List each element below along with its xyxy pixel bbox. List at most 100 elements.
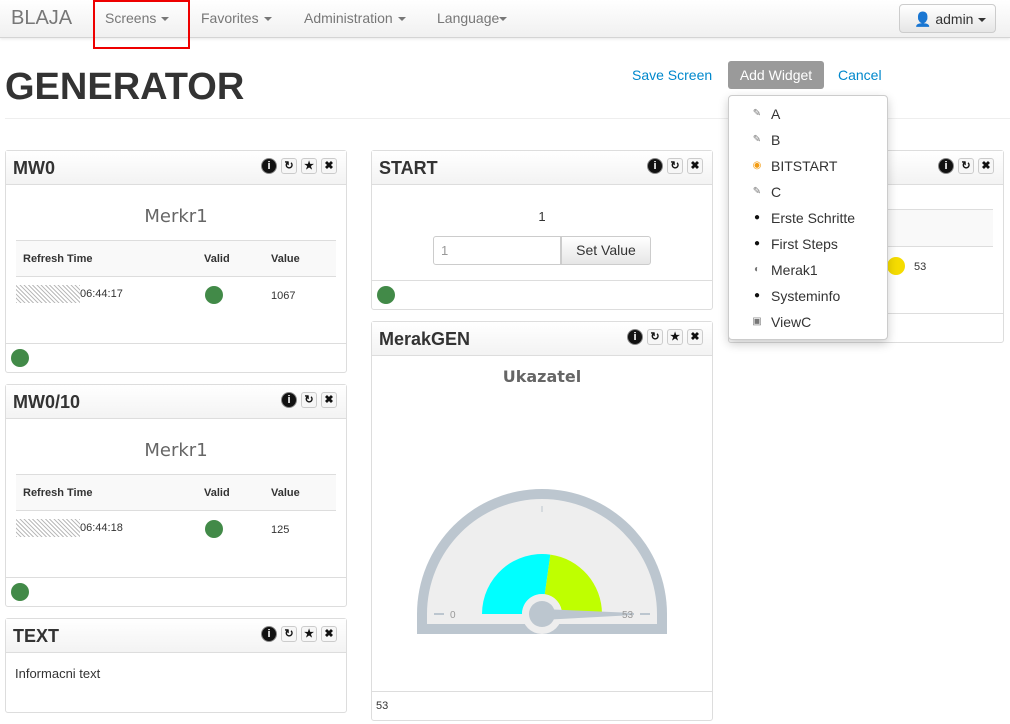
close-icon[interactable]: ✖ [978, 158, 994, 174]
refresh-time: 06:44:17 [80, 287, 123, 300]
value: 125 [271, 524, 290, 536]
widget-title: MerakGEN [379, 329, 471, 349]
menu-item-bitstart[interactable]: ◉ BITSTART [729, 156, 889, 178]
value-input[interactable] [433, 236, 561, 265]
table-row: 06:44:18 125 [16, 512, 336, 548]
star-icon[interactable]: ★ [301, 626, 317, 642]
nav-favorites[interactable]: Favorites [201, 10, 272, 26]
add-widget-button[interactable]: Add Widget [728, 61, 824, 89]
value: 1067 [271, 290, 296, 302]
table-header: Refresh Time Valid Value [16, 474, 336, 511]
gauge-icon: ◐ [753, 264, 761, 275]
info-icon: ● [753, 212, 761, 223]
menu-item-systeminfo[interactable]: ● Systeminfo [729, 286, 889, 308]
redacted-date [16, 285, 80, 303]
widget-mw0: MW0 i ↻ ★ ✖ Merkr1 Refresh Time Valid Value 0… [5, 150, 347, 373]
close-icon[interactable]: ✖ [321, 158, 337, 174]
save-screen-link[interactable]: Save Screen [632, 67, 712, 83]
close-icon[interactable]: ✖ [687, 158, 703, 174]
col-header: Value [271, 253, 300, 265]
info-icon: ● [753, 290, 761, 301]
caret-down-icon [263, 17, 272, 22]
set-value-button[interactable]: Set Value [561, 236, 651, 265]
widget-title: MW0 [13, 158, 55, 178]
window-icon: ▣ [752, 316, 762, 327]
widget-text: TEXT i ↻ ★ ✖ Informacni text [5, 618, 347, 713]
status-indicator [377, 286, 395, 304]
col-header: Valid [204, 487, 230, 499]
valid-indicator [205, 286, 223, 304]
widget-subtitle: Merkr1 [144, 206, 208, 227]
menu-item-a[interactable]: ✎ A [729, 104, 889, 126]
status-indicator [11, 583, 29, 601]
info-icon[interactable]: i [627, 329, 643, 345]
menu-item-label: ViewC [771, 314, 812, 330]
menu-item-label: Merak1 [771, 262, 818, 278]
star-icon[interactable]: ★ [301, 158, 317, 174]
nav-label: Favorites [201, 10, 259, 26]
col-header: Refresh Time [23, 253, 93, 265]
close-icon[interactable]: ✖ [687, 329, 703, 345]
refresh-icon[interactable]: ↻ [281, 158, 297, 174]
brand[interactable]: BLAJA [11, 7, 72, 30]
status-indicator [11, 349, 29, 367]
text-body: Informacni text [15, 666, 101, 681]
col-header: Value [271, 487, 300, 499]
valid-indicator [887, 257, 905, 275]
close-icon[interactable]: ✖ [321, 392, 337, 408]
info-icon[interactable]: i [281, 392, 297, 408]
refresh-icon[interactable]: ↻ [667, 158, 683, 174]
caret-down-icon [499, 17, 508, 22]
menu-item-label: B [771, 132, 781, 148]
star-icon[interactable]: ★ [667, 329, 683, 345]
menu-item-merak1[interactable]: ◐ Merak1 [729, 260, 889, 282]
menu-item-first-steps[interactable]: ● First Steps [729, 234, 889, 256]
menu-item-viewc[interactable]: ▣ ViewC [729, 312, 889, 334]
current-value: 1 [538, 209, 546, 224]
menu-item-label: BITSTART [771, 158, 838, 174]
menu-item-erste-schritte[interactable]: ● Erste Schritte [729, 208, 889, 230]
refresh-time: 06:44:18 [80, 521, 123, 534]
table-header: Refresh Time Valid Value [16, 240, 336, 277]
nav-administration[interactable]: Administration [304, 10, 406, 26]
menu-item-b[interactable]: ✎ B [729, 130, 889, 152]
redacted-date [16, 519, 80, 537]
gauge-min-label: 0 [450, 610, 456, 621]
nav-label: Administration [304, 10, 393, 26]
edit-icon: ✎ [752, 186, 762, 197]
menu-item-label: C [771, 184, 782, 200]
info-icon: ● [753, 238, 761, 249]
bit-icon: ◉ [752, 160, 762, 171]
cancel-link[interactable]: Cancel [838, 67, 882, 83]
value: 53 [914, 261, 927, 273]
widget-start: START i↻✖ 1 Set Value [371, 150, 713, 310]
gauge-max-label: 53 [622, 610, 634, 621]
info-icon[interactable]: i [261, 158, 277, 174]
user-menu-button[interactable]: 👤 admin [899, 4, 996, 33]
refresh-icon[interactable]: ↻ [647, 329, 663, 345]
nav-label: Language [437, 10, 500, 26]
footer-value: 53 [376, 700, 389, 712]
widget-subtitle: Merkr1 [144, 440, 208, 461]
widget-mw0-10: MW0/10 i ↻ ✖ Merkr1 Refresh Time Valid Value… [5, 384, 347, 607]
info-icon[interactable]: i [647, 158, 663, 174]
table-row: 06:44:17 1067 [16, 278, 336, 314]
widget-merakgen: MerakGEN i ↻ ★ ✖ Ukazatel 0 53 53 [371, 321, 713, 721]
info-icon[interactable]: i [938, 158, 954, 174]
menu-item-label: Erste Schritte [771, 210, 856, 226]
widget-title: MW0/10 [13, 392, 81, 412]
highlight-box [93, 0, 190, 49]
refresh-icon[interactable]: ↻ [281, 626, 297, 642]
refresh-icon[interactable]: ↻ [958, 158, 974, 174]
nav-language[interactable]: Language [437, 10, 508, 26]
info-icon[interactable]: i [261, 626, 277, 642]
gauge: 0 53 [417, 489, 667, 634]
page-title: GENERATOR [5, 66, 245, 108]
refresh-icon[interactable]: ↻ [301, 392, 317, 408]
menu-item-c[interactable]: ✎ C [729, 182, 889, 204]
close-icon[interactable]: ✖ [321, 626, 337, 642]
menu-item-label: First Steps [771, 236, 838, 252]
gauge-hub [529, 601, 555, 627]
col-header: Refresh Time [23, 487, 93, 499]
col-header: Valid [204, 253, 230, 265]
